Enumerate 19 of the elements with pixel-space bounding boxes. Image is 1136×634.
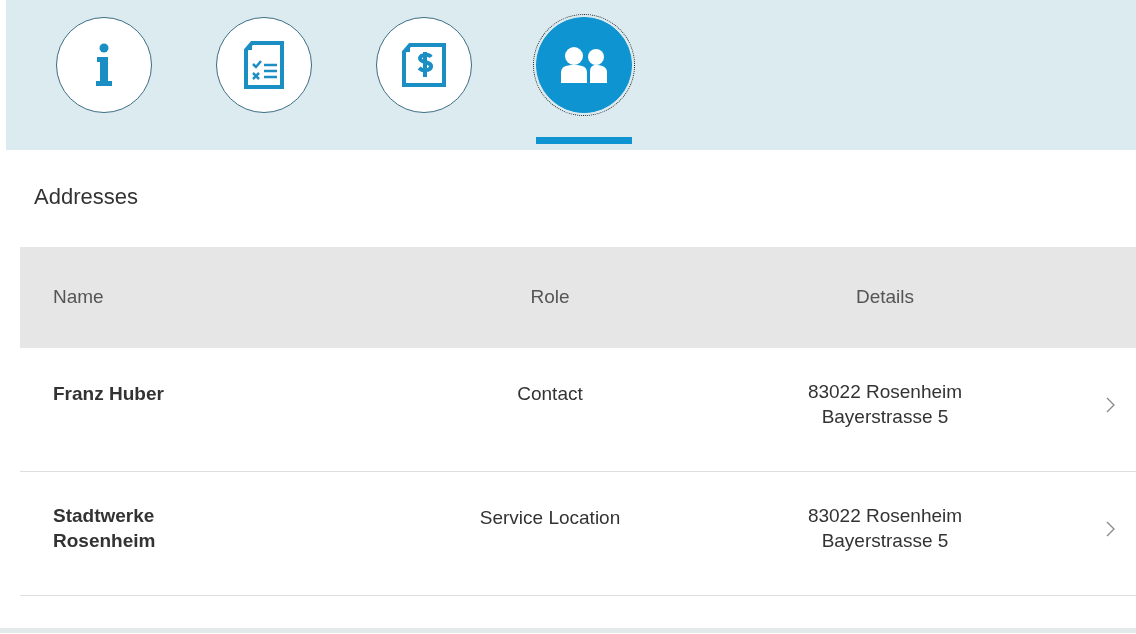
section-title: Addresses xyxy=(33,183,139,211)
chevron-right-icon xyxy=(1106,397,1116,413)
address-text: 83022 Rosenheim Bayerstrasse 5 xyxy=(807,380,963,429)
dollar-document-icon xyxy=(400,42,448,88)
column-header: Details xyxy=(855,286,915,308)
role-text: Service Location xyxy=(479,507,621,528)
column-header: Name xyxy=(53,286,104,308)
role-text: Contact xyxy=(517,383,583,404)
name-text: Franz Huber xyxy=(53,382,164,406)
address-text: 83022 Rosenheim Bayerstrasse 5 xyxy=(807,504,963,553)
name-text: Stadtwerke Rosenheim xyxy=(53,504,157,553)
table-row[interactable]: Franz Huber Contact 83022 Rosenheim Bayerstrasse 5 xyxy=(20,348,1136,472)
info-icon xyxy=(94,43,114,87)
chevron-right-icon xyxy=(1106,521,1116,537)
table-row[interactable]: Stadtwerke Rosenheim Service Location 83022 Rosenheim Bayerstrasse 5 xyxy=(20,472,1136,596)
people-icon xyxy=(559,45,609,85)
column-header: Role xyxy=(530,286,570,308)
checklist-icon xyxy=(242,40,286,90)
tab[interactable] xyxy=(536,17,632,113)
